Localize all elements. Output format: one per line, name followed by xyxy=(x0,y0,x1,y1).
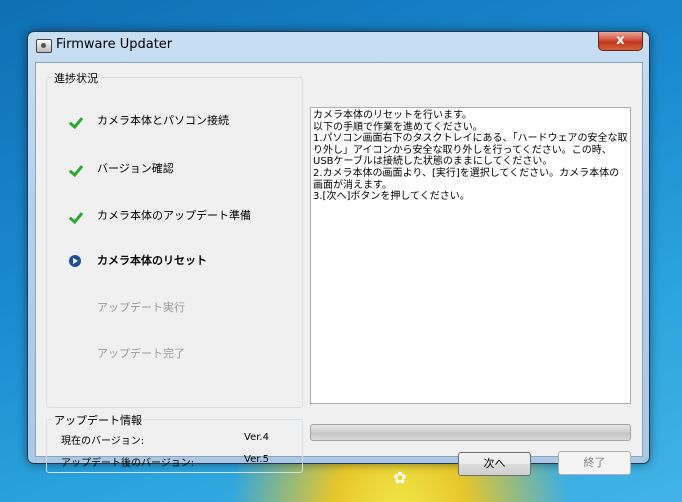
close-button[interactable]: x xyxy=(598,32,643,51)
checkmark-icon xyxy=(69,209,85,223)
instruction-line: 以下の手順で作業を進めてください。 xyxy=(313,121,483,133)
current-version-value: Ver.4 xyxy=(244,432,269,443)
checkmark-icon xyxy=(69,114,85,128)
new-version-label: アップデート後のバージョン: xyxy=(61,458,195,469)
instructions-textbox[interactable]: カメラ本体のリセットを行います。 以下の手順で作業を進めてください。 1.パソコ… xyxy=(310,107,631,404)
instruction-line: 3.[次へ]ボタンを押してください。 xyxy=(313,191,470,203)
app-window: Firmware Updater x 進捗状況 カメラ本体とパソコン接続 バージ… xyxy=(27,31,650,476)
step-label: アップデート完了 xyxy=(97,347,185,360)
current-version-label: 現在のバージョン: xyxy=(61,436,145,447)
update-info-group: アップデート情報 現在のバージョン: Ver.4 アップデート後のバージョン: … xyxy=(46,412,303,473)
instruction-line: 1.パソコン画面右下のタスクトレイにある、「ハードウェアの安全な取り外し」アイコ… xyxy=(313,133,628,168)
step-label: バージョン確認 xyxy=(97,162,174,175)
checkmark-icon xyxy=(69,162,85,176)
current-step-arrow-icon xyxy=(69,255,81,267)
exit-button[interactable]: 終了 xyxy=(558,451,631,475)
progress-status-label: 進捗状況 xyxy=(52,70,100,86)
camera-app-icon xyxy=(36,39,52,53)
instruction-line: カメラ本体のリセットを行います。 xyxy=(313,110,472,121)
step-label: アップデート実行 xyxy=(97,301,185,314)
progress-status-group: 進捗状況 カメラ本体とパソコン接続 バージョン確認 カメラ本体のアップデート準備… xyxy=(46,70,303,408)
step-label: カメラ本体とパソコン接続 xyxy=(97,114,229,127)
step-label: カメラ本体のアップデート準備 xyxy=(97,209,251,222)
title-bar[interactable]: Firmware Updater x xyxy=(28,32,649,58)
update-info-label: アップデート情報 xyxy=(52,412,144,428)
desktop-flower-decoration: ✿ xyxy=(393,468,407,487)
window-title: Firmware Updater xyxy=(56,37,173,52)
instruction-line: 2.カメラ本体の画面より、[実行]を選択してください。カメラ本体の画面が消えます… xyxy=(313,167,620,191)
new-version-value: Ver.5 xyxy=(244,454,269,465)
next-button[interactable]: 次へ xyxy=(458,452,531,476)
step-label: カメラ本体のリセット xyxy=(97,254,207,267)
update-progress-bar xyxy=(310,424,631,441)
window-client-area: 進捗状況 カメラ本体とパソコン接続 バージョン確認 カメラ本体のアップデート準備… xyxy=(35,62,643,476)
